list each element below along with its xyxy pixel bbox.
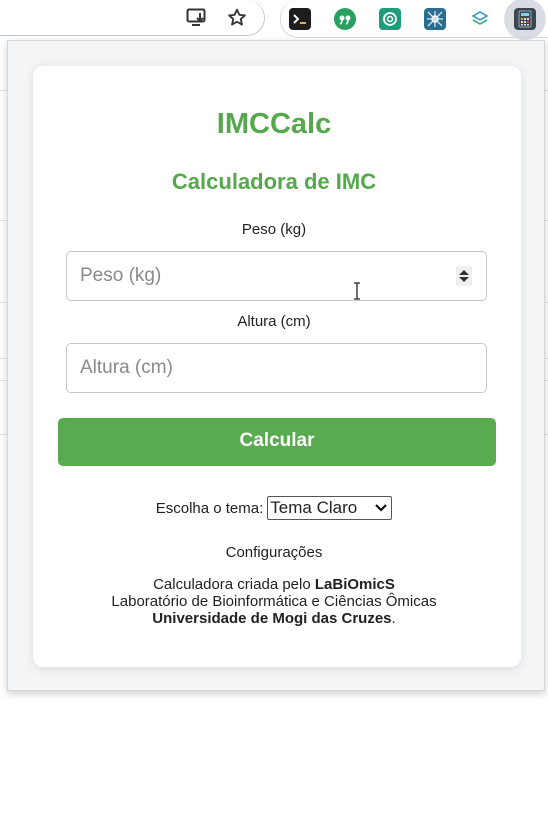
theme-select[interactable]: Tema Claro	[267, 496, 393, 520]
browser-toolbar	[0, 0, 548, 40]
app-subtitle: Calculadora de IMC	[171, 169, 377, 194]
weight-label: Peso (kg)	[241, 221, 307, 238]
theme-selected-value: Tema Claro	[270, 498, 358, 517]
theme-row: Escolha o tema: Tema Claro	[0, 496, 548, 520]
weight-spinner[interactable]	[456, 266, 472, 286]
spin-up-icon[interactable]	[459, 270, 469, 275]
credits-line-2: Laboratório de Bioinformática e Ciências…	[111, 593, 437, 610]
install-app-icon[interactable]	[185, 6, 209, 30]
quote-extension-icon[interactable]	[334, 8, 356, 30]
height-label: Altura (cm)	[237, 313, 311, 330]
calculator-extension-icon[interactable]	[514, 8, 536, 30]
chatgpt-extension-icon[interactable]	[379, 8, 401, 30]
height-input[interactable]	[66, 343, 487, 393]
chevron-down-icon	[375, 504, 388, 512]
calculate-button[interactable]: Calcular	[58, 418, 496, 466]
layers-extension-icon[interactable]	[469, 8, 491, 30]
terminal-extension-icon[interactable]	[289, 8, 311, 30]
credits-line-1: Calculadora criada pelo LaBiOmicS	[153, 576, 395, 593]
credits-line-3: Universidade de Mogi das Cruzes.	[152, 610, 396, 627]
spin-down-icon[interactable]	[459, 277, 469, 282]
app-title: IMCCalc	[216, 108, 332, 140]
address-bar[interactable]	[0, 0, 265, 36]
network-extension-icon[interactable]	[424, 8, 446, 30]
settings-link[interactable]: Configurações	[0, 544, 548, 561]
text-cursor-icon	[354, 282, 360, 300]
credits: Calculadora criada pelo LaBiOmicS Labora…	[0, 576, 548, 627]
weight-input[interactable]	[66, 251, 487, 301]
theme-label: Escolha o tema:	[155, 499, 264, 517]
bookmark-star-icon[interactable]	[225, 6, 249, 30]
